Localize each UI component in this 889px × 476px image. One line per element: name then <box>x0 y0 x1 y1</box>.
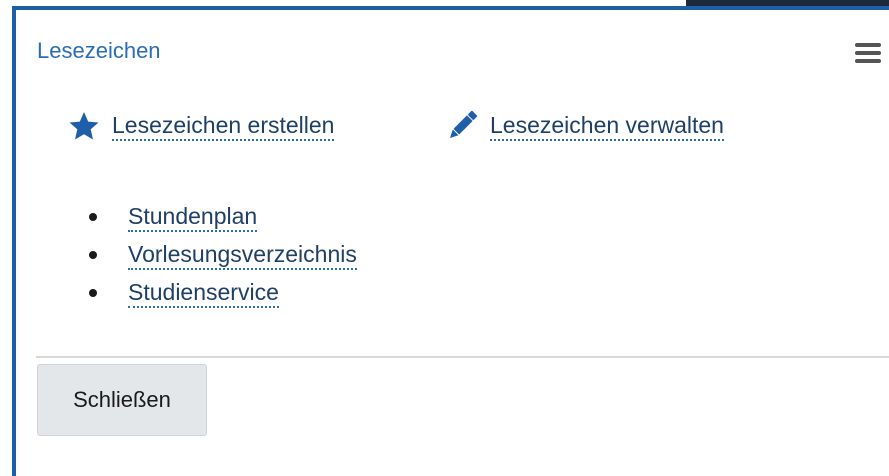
bookmarks-panel: Lesezeichen Lesezeichen erstellen Leseze… <box>12 6 889 476</box>
list-item: Stundenplan <box>86 198 357 236</box>
bookmark-link-vorlesungsverzeichnis[interactable]: Vorlesungsverzeichnis <box>128 241 357 270</box>
footer-divider <box>36 356 889 358</box>
create-bookmark-link[interactable]: Lesezeichen erstellen <box>68 110 335 142</box>
hamburger-menu-icon[interactable] <box>855 43 881 65</box>
manage-bookmarks-label: Lesezeichen verwalten <box>490 112 724 141</box>
bookmark-link-studienservice[interactable]: Studienservice <box>128 279 279 308</box>
manage-bookmarks-link[interactable]: Lesezeichen verwalten <box>446 110 724 142</box>
bullet-icon <box>89 289 97 297</box>
pencil-icon <box>446 110 478 142</box>
panel-title: Lesezeichen <box>37 38 161 63</box>
list-item: Studienservice <box>86 274 357 312</box>
bullet-icon <box>89 213 97 221</box>
bookmark-link-stundenplan[interactable]: Stundenplan <box>128 203 258 232</box>
bullet-icon <box>89 251 97 259</box>
close-button[interactable]: Schließen <box>37 364 207 436</box>
list-item: Vorlesungsverzeichnis <box>86 236 357 274</box>
bookmark-list: Stundenplan Vorlesungsverzeichnis Studie… <box>86 198 357 312</box>
create-bookmark-label: Lesezeichen erstellen <box>112 112 335 141</box>
star-icon <box>68 110 100 142</box>
